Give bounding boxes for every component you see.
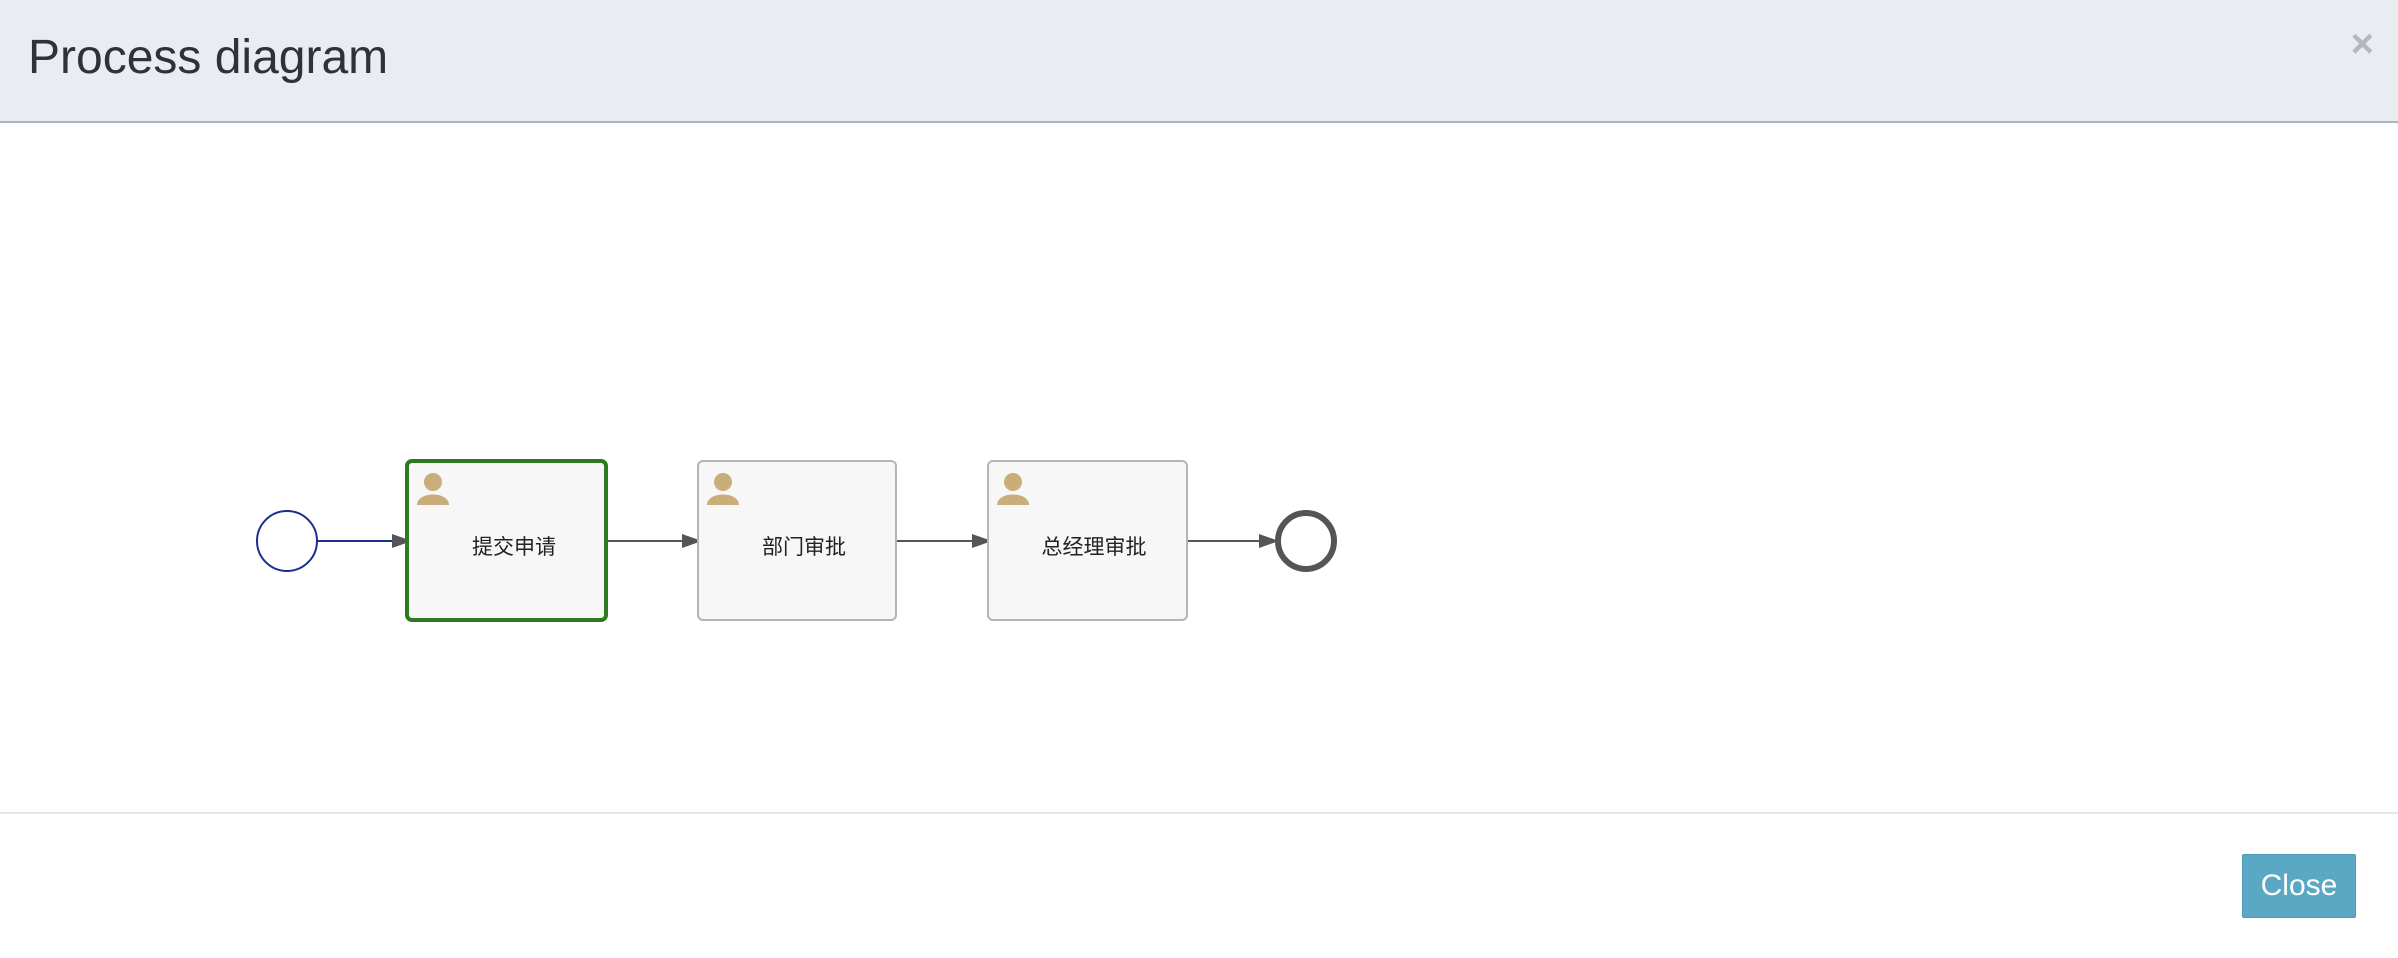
start-event [256,510,318,572]
close-icon[interactable]: × [2351,20,2374,68]
modal-title: Process diagram [28,31,389,84]
task-label: 提交申请 [472,535,556,559]
modal-footer: Close [0,812,2398,958]
end-event [1275,510,1337,572]
task-department-approval[interactable]: 部门审批 [697,460,897,621]
modal-header: Process diagram × [0,0,2398,123]
process-diagram: 提交申请 部门审批 总经理审批 [256,459,1337,622]
task-submit-application[interactable]: 提交申请 [405,459,608,622]
task-label: 总经理审批 [1042,535,1147,559]
modal-body: 提交申请 部门审批 总经理审批 [0,123,2398,812]
task-general-manager-approval[interactable]: 总经理审批 [987,460,1188,621]
close-button[interactable]: Close [2242,854,2356,918]
task-label: 部门审批 [762,535,846,559]
